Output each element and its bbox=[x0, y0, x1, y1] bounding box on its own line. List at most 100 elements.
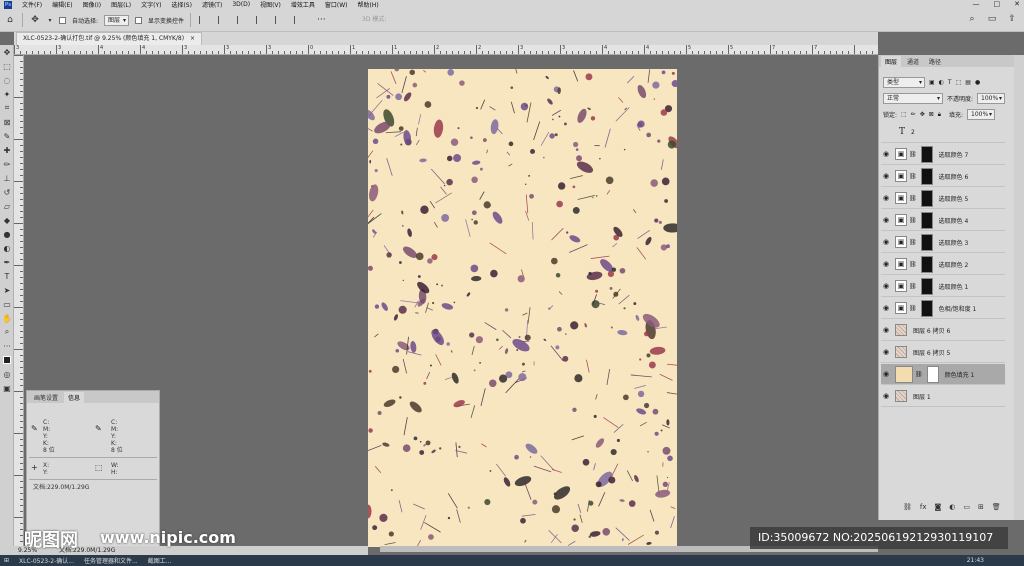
history-brush-tool-icon[interactable]: ↺ bbox=[0, 185, 14, 199]
clone-stamp-tool-icon[interactable]: ⊥ bbox=[0, 171, 14, 185]
quick-mask-icon[interactable]: ◎ bbox=[0, 367, 14, 381]
menu-filter[interactable]: 滤镜(T) bbox=[202, 0, 222, 9]
type-tool-icon[interactable]: T bbox=[0, 269, 14, 283]
layer-name[interactable]: 选取颜色 3 bbox=[939, 238, 969, 247]
layer-name[interactable]: 选取颜色 6 bbox=[939, 172, 969, 181]
search-icon[interactable]: ⌕ bbox=[966, 13, 978, 25]
layer-mask-thumbnail[interactable] bbox=[920, 167, 933, 185]
eye-icon[interactable]: ◉ bbox=[881, 348, 891, 356]
paint-bucket-tool-icon[interactable]: ◆ bbox=[0, 213, 14, 227]
layer-row[interactable]: ◉ ▣ ⛓ 选取颜色 1 bbox=[881, 276, 1005, 297]
lock-position-icon[interactable]: ✥ bbox=[920, 111, 925, 118]
screen-mode-icon[interactable]: ▣ bbox=[0, 381, 14, 395]
panel-dock-scrollbar[interactable] bbox=[1014, 55, 1024, 520]
pixel-layer-thumbnail[interactable] bbox=[895, 390, 907, 402]
lock-artboard-icon[interactable]: ⊠ bbox=[929, 111, 934, 118]
align-middle-icon[interactable] bbox=[275, 16, 284, 24]
menu-file[interactable]: 文件(F) bbox=[22, 0, 42, 9]
layer-mask-thumbnail[interactable] bbox=[920, 277, 933, 295]
menu-3d[interactable]: 3D(D) bbox=[232, 1, 250, 8]
new-group-icon[interactable]: ▭ bbox=[963, 503, 970, 511]
layer-name[interactable]: 色相/饱和度 1 bbox=[939, 304, 977, 313]
opacity-field[interactable]: 100% bbox=[977, 93, 1006, 104]
tab-paths[interactable]: 路径 bbox=[925, 56, 945, 67]
home-icon[interactable]: ⌂ bbox=[4, 14, 16, 26]
align-bottom-icon[interactable] bbox=[294, 16, 303, 24]
lock-all-icon[interactable]: 🔒︎ bbox=[938, 111, 941, 119]
trash-icon[interactable]: 🗑︎ bbox=[992, 503, 1001, 511]
tab-info[interactable]: 信息 bbox=[64, 392, 85, 403]
move-tool-icon[interactable]: ✥ bbox=[0, 45, 14, 59]
layer-row[interactable]: ◉ ▣ ⛓ 选取颜色 4 bbox=[881, 210, 1005, 231]
layer-mask-thumbnail[interactable] bbox=[920, 145, 933, 163]
layer-mask-thumbnail[interactable] bbox=[926, 365, 939, 383]
menu-help[interactable]: 帮助(H) bbox=[358, 0, 379, 9]
document-canvas[interactable] bbox=[368, 69, 677, 547]
marquee-tool-icon[interactable]: ⬚ bbox=[0, 59, 14, 73]
layer-row[interactable]: ◉ ▣ ⛓ 选取颜色 5 bbox=[881, 188, 1005, 209]
eye-icon[interactable]: ◉ bbox=[881, 194, 891, 202]
eye-icon[interactable]: ◉ bbox=[881, 238, 891, 246]
layer-row[interactable]: ◉ ⛓ 颜色填充 1 bbox=[881, 364, 1005, 385]
lock-transparency-icon[interactable]: ⬚ bbox=[901, 111, 907, 118]
move-tool-icon[interactable]: ✥ bbox=[29, 14, 41, 26]
document-tab[interactable]: XLC-0523-2-确认打包.tif @ 9.25% (颜色填充 1, CMY… bbox=[16, 32, 203, 45]
layer-name[interactable]: 选取颜色 1 bbox=[939, 282, 969, 291]
menu-edit[interactable]: 编辑(E) bbox=[52, 0, 72, 9]
more-options-button[interactable]: ··· bbox=[317, 15, 326, 25]
dodge-tool-icon[interactable]: ◐ bbox=[0, 241, 14, 255]
layer-row[interactable]: ◉ ▣ ⛓ 选取颜色 6 bbox=[881, 166, 1005, 187]
hand-tool-icon[interactable]: ✋ bbox=[0, 311, 14, 325]
layer-name[interactable]: 选取颜色 7 bbox=[939, 150, 969, 159]
menu-select[interactable]: 选择(S) bbox=[171, 0, 192, 9]
layer-name[interactable]: 选取颜色 2 bbox=[939, 260, 969, 269]
lock-pixels-icon[interactable]: ✏ bbox=[911, 111, 916, 118]
eye-icon[interactable]: ◉ bbox=[881, 260, 891, 268]
pen-tool-icon[interactable]: ✒ bbox=[0, 255, 14, 269]
eye-icon[interactable]: ◉ bbox=[881, 150, 891, 158]
taskbar-item-2[interactable]: 任务管理器和文件... bbox=[84, 556, 138, 565]
filter-toggle-icon[interactable]: ● bbox=[975, 79, 980, 86]
close-button[interactable]: ✕ bbox=[1014, 0, 1020, 8]
layer-row[interactable]: T2 bbox=[881, 122, 1005, 143]
pixel-layer-thumbnail[interactable] bbox=[895, 346, 907, 358]
chevron-down-icon[interactable]: ▾ bbox=[47, 14, 53, 26]
show-transform-checkbox[interactable] bbox=[135, 16, 143, 24]
eye-icon[interactable]: ◉ bbox=[881, 282, 891, 290]
align-left-icon[interactable] bbox=[199, 16, 208, 24]
layer-mask-thumbnail[interactable] bbox=[920, 255, 933, 273]
layer-row[interactable]: ◉ 图层 6 拷贝 6 bbox=[881, 320, 1005, 341]
layer-row[interactable]: ◉ 图层 6 拷贝 5 bbox=[881, 342, 1005, 363]
layer-style-icon[interactable]: fx bbox=[920, 503, 927, 511]
layer-row[interactable]: ◉ ▣ ⛓ 选取颜色 3 bbox=[881, 232, 1005, 253]
share-icon[interactable]: ⇪ bbox=[1006, 13, 1018, 25]
layer-mask-thumbnail[interactable] bbox=[920, 299, 933, 317]
layer-name[interactable]: 选取颜色 5 bbox=[939, 194, 969, 203]
menu-plugins[interactable]: 增效工具 bbox=[291, 0, 315, 9]
eye-icon[interactable]: ◉ bbox=[881, 304, 891, 312]
fill-color-thumbnail[interactable] bbox=[895, 365, 913, 383]
shape-tool-icon[interactable]: ▭ bbox=[0, 297, 14, 311]
layer-mask-thumbnail[interactable] bbox=[920, 233, 933, 251]
layer-kind-filter[interactable]: 类型 bbox=[883, 77, 925, 88]
layer-name[interactable]: 图层 6 拷贝 5 bbox=[913, 348, 950, 357]
eye-icon[interactable]: ◉ bbox=[881, 370, 891, 378]
layer-name[interactable]: 图层 6 拷贝 6 bbox=[913, 326, 950, 335]
eye-icon[interactable]: ◉ bbox=[881, 216, 891, 224]
align-right-icon[interactable] bbox=[237, 16, 246, 24]
close-tab-icon[interactable]: × bbox=[190, 35, 195, 42]
layer-row[interactable]: ◉ ▣ ⛓ 选取颜色 2 bbox=[881, 254, 1005, 275]
layer-row[interactable]: ◉ ▣ ⛓ 色相/饱和度 1 bbox=[881, 298, 1005, 319]
layer-mask-thumbnail[interactable] bbox=[920, 189, 933, 207]
layer-row[interactable]: ◉ ▣ ⛓ 选取颜色 7 bbox=[881, 144, 1005, 165]
maximize-button[interactable]: □ bbox=[994, 0, 1001, 8]
auto-select-dropdown[interactable]: 图层 bbox=[104, 14, 130, 26]
filter-shape-icon[interactable]: ⬚ bbox=[956, 79, 962, 86]
path-selection-tool-icon[interactable]: ➤ bbox=[0, 283, 14, 297]
crop-tool-icon[interactable]: ⌗ bbox=[0, 101, 14, 115]
eyedropper-tool-icon[interactable]: ✎ bbox=[0, 129, 14, 143]
eye-icon[interactable]: ◉ bbox=[881, 326, 891, 334]
zoom-tool-icon[interactable]: ⌕ bbox=[0, 325, 14, 339]
add-mask-icon[interactable]: ◙ bbox=[935, 503, 942, 511]
healing-brush-tool-icon[interactable]: ✚ bbox=[0, 143, 14, 157]
